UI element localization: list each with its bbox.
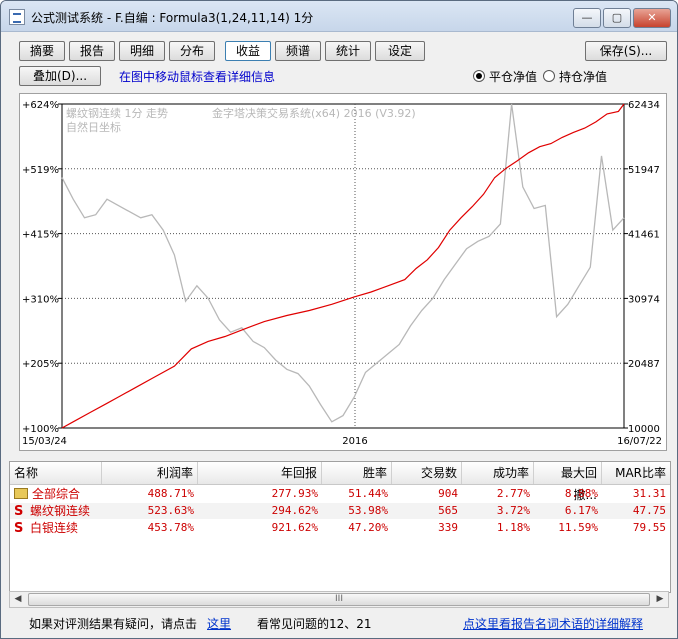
overlay-button[interactable]: 叠加(D)... — [19, 66, 101, 86]
y-left-tick-label: +415% — [22, 230, 59, 241]
table-row[interactable]: 全部综合 488.71% 277.93% 51.44% 904 2.77% 8.88% 31.… — [10, 486, 670, 502]
radio-flat-equity[interactable]: 平仓净值 — [473, 68, 537, 85]
tab-returns[interactable]: 收益 — [225, 41, 271, 61]
cell-annual: 294.62% — [271, 504, 318, 517]
y-right-tick-label: 30974 — [628, 294, 660, 305]
tab-statistics[interactable]: 统计 — [325, 41, 371, 61]
col-win[interactable]: 胜率 — [322, 462, 392, 484]
tab-settings[interactable]: 设定 — [375, 41, 425, 61]
col-profit[interactable]: 利润率 — [102, 462, 198, 484]
here-link[interactable]: 这里 — [207, 615, 231, 632]
horizontal-scrollbar[interactable]: ◀ III ▶ — [9, 591, 669, 608]
cell-trades: 339 — [438, 521, 458, 534]
status-bar: 如果对评测结果有疑问，请点击 这里 看常见问题的12、21 点这里看报告名词术语… — [1, 611, 677, 638]
col-trades[interactable]: 交易数 — [392, 462, 462, 484]
col-success[interactable]: 成功率 — [462, 462, 534, 484]
cell-mar: 47.75 — [632, 504, 666, 517]
maximize-button[interactable]: ▢ — [603, 8, 631, 28]
col-annual[interactable]: 年回报 — [198, 462, 322, 484]
cell-win: 47.20% — [348, 521, 388, 534]
row-name-text: 全部综合 — [32, 487, 81, 501]
status-common: 看常见问题的12、21 — [257, 617, 372, 631]
y-right-tick-label: 62434 — [628, 100, 660, 111]
radio-hold-equity[interactable]: 持仓净值 — [543, 68, 607, 85]
plot-area — [61, 103, 625, 429]
cell-win: 51.44% — [348, 487, 388, 500]
row-name: S 白银连续 — [10, 520, 102, 536]
x-end-label: 16/07/22 — [617, 436, 662, 447]
equity-chart[interactable]: +624% 62434 +519% 51947 +415% 41461 +310% 30974… — [19, 93, 667, 451]
row-name: S 螺纹钢连续 — [10, 503, 102, 519]
cell-drawdown: 8.88% — [564, 487, 598, 500]
y-right-tick-label: 10000 — [628, 424, 660, 435]
tab-report[interactable]: 报告 — [69, 41, 115, 61]
y-right-tick-label: 51947 — [628, 165, 660, 176]
scroll-right-icon[interactable]: ▶ — [652, 592, 668, 607]
row-name-text: 螺纹钢连续 — [30, 504, 91, 518]
legend-system: 金字塔决策交易系统(x64) 2016 (V3.92) — [212, 106, 416, 120]
s-icon: S — [14, 504, 24, 519]
cell-drawdown: 11.59% — [558, 521, 598, 534]
row-name-text: 白银连续 — [30, 521, 79, 535]
minimize-button[interactable]: — — [573, 8, 601, 28]
cell-mar: 79.55 — [632, 521, 666, 534]
legend-series: 螺纹钢连续 1分 走势 — [66, 106, 168, 120]
legend-axis-mode: 自然日坐标 — [66, 120, 121, 134]
col-mar[interactable]: MAR比率 — [602, 462, 670, 484]
table-row[interactable]: S 白银连续 453.78% 921.62% 47.20% 339 1.18% 11.59% 7… — [10, 520, 670, 536]
x-start-label: 15/03/24 — [22, 436, 67, 447]
radio-selected-icon — [473, 70, 485, 82]
cell-mar: 31.31 — [632, 487, 666, 500]
y-left-tick-label: +519% — [22, 165, 59, 176]
radio-unselected-icon — [543, 70, 555, 82]
cell-success: 1.18% — [496, 521, 530, 534]
y-left-tick-label: +310% — [22, 294, 59, 305]
scroll-left-icon[interactable]: ◀ — [10, 592, 26, 607]
scroll-thumb[interactable]: III — [28, 593, 650, 606]
y-left-tick-label: +624% — [22, 100, 59, 111]
close-button[interactable]: ✕ — [633, 8, 671, 28]
status-question: 如果对评测结果有疑问，请点击 — [29, 617, 198, 631]
y-left-tick-label: +205% — [22, 359, 59, 370]
table-row[interactable]: S 螺纹钢连续 523.63% 294.62% 53.98% 565 3.72% 6.17% 4… — [10, 503, 670, 519]
cell-drawdown: 6.17% — [564, 504, 598, 517]
cell-annual: 277.93% — [271, 487, 318, 500]
save-button[interactable]: 保存(S)... — [585, 41, 667, 61]
tab-summary[interactable]: 摘要 — [19, 41, 65, 61]
folder-icon — [14, 488, 28, 499]
y-left-tick-label: +100% — [22, 424, 59, 435]
radio-hold-label: 持仓净值 — [559, 70, 608, 84]
tab-distribution[interactable]: 分布 — [169, 41, 215, 61]
cell-profit: 523.63% — [147, 504, 194, 517]
glossary-link[interactable]: 点这里看报告名词术语的详细解释 — [463, 615, 643, 632]
cell-success: 3.72% — [496, 504, 530, 517]
cell-success: 2.77% — [496, 487, 530, 500]
cell-trades: 904 — [438, 487, 458, 500]
window-title: 公式测试系统 - F.自编 : Formula3(1,24,11,14) 1分 — [31, 11, 314, 25]
title-bar: 公式测试系统 - F.自编 : Formula3(1,24,11,14) 1分 … — [1, 1, 677, 32]
cell-profit: 453.78% — [147, 521, 194, 534]
cell-annual: 921.62% — [271, 521, 318, 534]
radio-flat-label: 平仓净值 — [489, 70, 538, 84]
chart-svg: +624% 62434 +519% 51947 +415% 41461 +310% 30974… — [22, 100, 662, 447]
y-right-tick-label: 41461 — [628, 230, 660, 241]
col-drawdown[interactable]: 最大回撤... — [534, 462, 602, 502]
tab-spectrum[interactable]: 频谱 — [275, 41, 321, 61]
app-icon — [9, 9, 25, 25]
table-header: 名称 利润率 年回报 胜率 交易数 成功率 最大回撤... MAR比率 — [10, 462, 670, 502]
x-mid-label: 2016 — [342, 436, 367, 447]
cell-trades: 565 — [438, 504, 458, 517]
s-icon: S — [14, 521, 24, 536]
chart-hint: 在图中移动鼠标查看详细信息 — [119, 70, 276, 84]
results-table: 名称 利润率 年回报 胜率 交易数 成功率 最大回撤... MAR比率 全部综合… — [9, 461, 671, 593]
col-name[interactable]: 名称 — [10, 462, 102, 484]
row-name: 全部综合 — [10, 486, 102, 502]
tab-detail[interactable]: 明细 — [119, 41, 165, 61]
app-window: 公式测试系统 - F.自编 : Formula3(1,24,11,14) 1分 … — [0, 0, 678, 639]
y-right-tick-label: 20487 — [628, 359, 660, 370]
cell-win: 53.98% — [348, 504, 388, 517]
cell-profit: 488.71% — [147, 487, 194, 500]
